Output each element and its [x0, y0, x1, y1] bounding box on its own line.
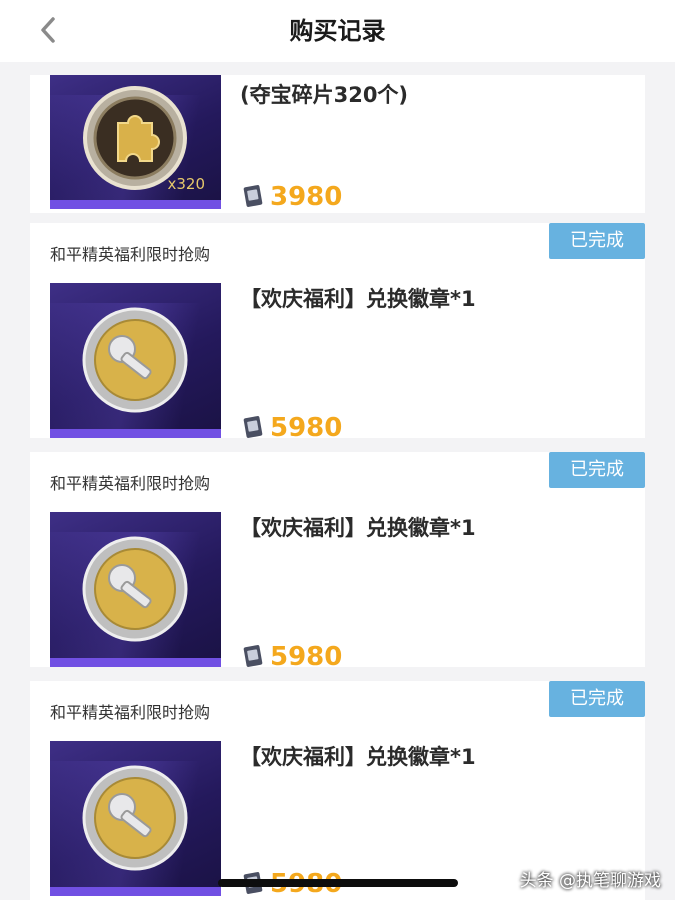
product-name: (夺宝碎片320个)	[240, 83, 409, 107]
nav-bar: 购买记录	[0, 0, 675, 62]
product-thumbnail	[50, 741, 221, 896]
product-thumbnail: x320	[50, 75, 221, 209]
price: 5980	[242, 413, 342, 443]
key-coin-icon	[82, 536, 188, 642]
price-value: 5980	[270, 642, 343, 672]
product-name: 【欢庆福利】兑换徽章*1	[240, 516, 476, 540]
product-name: 【欢庆福利】兑换徽章*1	[240, 745, 476, 769]
price-value: 5980	[270, 413, 343, 443]
price-value: 3980	[270, 182, 343, 212]
status-badge: 已完成	[549, 452, 645, 488]
record-source: 和平精英福利限时抢购	[50, 245, 211, 264]
price: 3980	[242, 182, 342, 212]
home-indicator[interactable]	[218, 879, 458, 887]
back-button[interactable]	[30, 12, 66, 48]
gem-currency-icon	[243, 416, 263, 438]
purchase-record-card[interactable]: 和平精英福利限时抢购 已完成 【欢庆福利】兑换徽章*1 5980	[30, 452, 645, 672]
product-name: 【欢庆福利】兑换徽章*1	[240, 287, 476, 311]
record-source: 和平精英福利限时抢购	[50, 703, 211, 722]
purchase-record-card[interactable]: 和平精英福利限时抢购 已完成 【欢庆福利】兑换徽章*1 5980	[30, 223, 645, 443]
status-badge: 已完成	[549, 681, 645, 717]
watermark: 头条 @执笔聊游戏	[519, 871, 661, 891]
status-badge: 已完成	[549, 223, 645, 259]
gem-currency-icon	[243, 645, 263, 667]
key-coin-icon	[82, 765, 188, 871]
purchase-record-card[interactable]: x320 (夺宝碎片320个) 3980	[30, 75, 645, 213]
price: 5980	[242, 642, 342, 672]
gem-currency-icon	[243, 185, 263, 207]
key-coin-icon	[82, 307, 188, 413]
page-title: 购买记录	[289, 17, 386, 45]
record-source: 和平精英福利限时抢购	[50, 474, 211, 493]
product-thumbnail	[50, 283, 221, 438]
product-thumbnail	[50, 512, 221, 667]
chevron-left-icon	[41, 17, 55, 43]
item-quantity: x320	[167, 175, 205, 193]
